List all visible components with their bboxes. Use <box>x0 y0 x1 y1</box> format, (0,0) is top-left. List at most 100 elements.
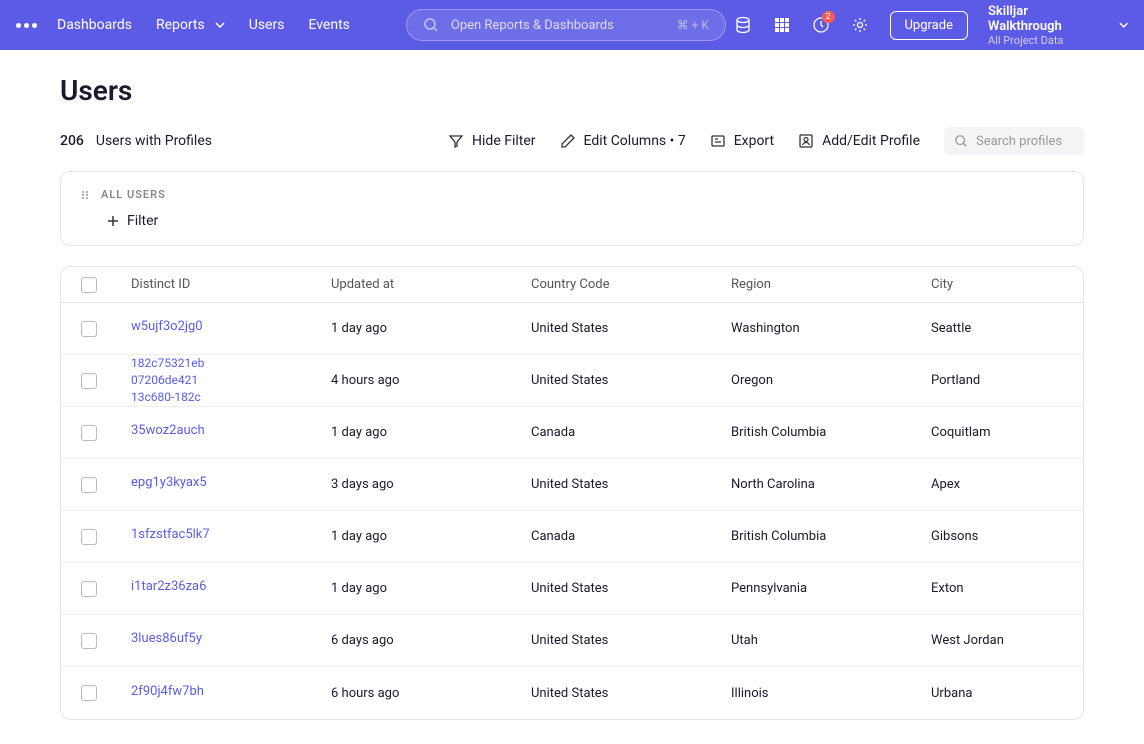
table-row: i1tar2z36za6 1 day ago United States Pen… <box>61 563 1083 615</box>
drag-handle-icon[interactable] <box>81 190 91 200</box>
user-count-area: 206 Users with Profiles <box>60 133 212 149</box>
cell-city: Coquitlam <box>931 425 1063 440</box>
table-header: Distinct ID Updated at Country Code Regi… <box>61 267 1083 303</box>
add-edit-profile-button[interactable]: Add/Edit Profile <box>798 133 920 149</box>
plus-icon <box>107 215 119 227</box>
table-row: 35woz2auch 1 day ago Canada British Colu… <box>61 407 1083 459</box>
search-shortcut: ⌘ + K <box>677 18 709 32</box>
row-checkbox[interactable] <box>81 373 97 389</box>
row-checkbox[interactable] <box>81 425 97 441</box>
cell-country: United States <box>531 686 731 701</box>
select-all-checkbox[interactable] <box>81 277 97 293</box>
distinct-id-link[interactable]: 1sfzstfac5lk7 <box>131 527 210 542</box>
pencil-icon <box>560 133 576 149</box>
distinct-id-link[interactable]: i1tar2z36za6 <box>131 579 206 594</box>
table-row: 1sfzstfac5lk7 1 day ago Canada British C… <box>61 511 1083 563</box>
notifications-icon[interactable]: 2 <box>812 15 831 35</box>
user-count-label: Users with Profiles <box>96 133 212 149</box>
cell-country: United States <box>531 373 731 388</box>
logo-icon[interactable] <box>16 23 37 28</box>
cell-updated: 1 day ago <box>331 321 531 336</box>
hide-filter-button[interactable]: Hide Filter <box>448 133 535 149</box>
distinct-id-link[interactable]: 2f90j4fw7bh <box>131 684 204 699</box>
cell-updated: 3 days ago <box>331 477 531 492</box>
export-label: Export <box>734 133 774 149</box>
distinct-id-link[interactable]: 3lues86uf5y <box>131 631 202 646</box>
search-icon <box>423 17 439 33</box>
row-checkbox[interactable] <box>81 477 97 493</box>
nav-users[interactable]: Users <box>249 17 285 33</box>
edit-columns-button[interactable]: Edit Columns • 7 <box>560 133 686 149</box>
cell-city: Apex <box>931 477 1063 492</box>
search-profiles-input[interactable]: Search profiles <box>944 127 1084 155</box>
column-region[interactable]: Region <box>731 277 931 292</box>
cell-updated: 4 hours ago <box>331 373 531 388</box>
row-checkbox[interactable] <box>81 685 97 701</box>
cell-region: British Columbia <box>731 425 931 440</box>
nav-reports[interactable]: Reports <box>156 17 225 33</box>
cell-updated: 1 day ago <box>331 425 531 440</box>
topbar: Dashboards Reports Users Events Open Rep… <box>0 0 1144 50</box>
column-country-code[interactable]: Country Code <box>531 277 731 292</box>
org-switcher[interactable]: Skilljar Walkthrough All Project Data <box>988 4 1099 47</box>
hide-filter-label: Hide Filter <box>472 133 535 149</box>
search-profiles-placeholder: Search profiles <box>976 134 1062 149</box>
cell-updated: 1 day ago <box>331 581 531 596</box>
column-updated-at[interactable]: Updated at <box>331 277 531 292</box>
nav-dashboards[interactable]: Dashboards <box>57 17 132 33</box>
cell-city: Seattle <box>931 321 1063 336</box>
add-filter-button[interactable]: Filter <box>107 213 1063 229</box>
cell-updated: 1 day ago <box>331 529 531 544</box>
row-checkbox[interactable] <box>81 581 97 597</box>
cell-country: United States <box>531 477 731 492</box>
row-checkbox[interactable] <box>81 321 97 337</box>
nav: Dashboards Reports Users Events <box>57 17 350 33</box>
toolbar: 206 Users with Profiles Hide Filter Edit… <box>60 127 1084 155</box>
cell-updated: 6 days ago <box>331 633 531 648</box>
cell-city: Portland <box>931 373 1063 388</box>
topbar-right: 2 Upgrade Skilljar Walkthrough All Proje… <box>734 4 1128 47</box>
distinct-id-link[interactable]: epg1y3kyax5 <box>131 475 207 490</box>
export-button[interactable]: Export <box>710 133 774 149</box>
cell-region: Utah <box>731 633 931 648</box>
global-search[interactable]: Open Reports & Dashboards ⌘ + K <box>406 9 726 41</box>
column-city[interactable]: City <box>931 277 1063 292</box>
cell-region: North Carolina <box>731 477 931 492</box>
distinct-id-link[interactable]: 182c75321eb07206de42113c680-182c <box>131 355 331 405</box>
edit-columns-label: Edit Columns • 7 <box>584 133 686 149</box>
apps-icon[interactable] <box>773 15 792 35</box>
search-icon <box>954 134 968 148</box>
cell-region: Illinois <box>731 686 931 701</box>
cell-city: Urbana <box>931 686 1063 701</box>
export-icon <box>710 133 726 149</box>
table-body: w5ujf3o2jg0 1 day ago United States Wash… <box>61 303 1083 719</box>
org-name: Skilljar Walkthrough <box>988 4 1099 34</box>
cell-city: Gibsons <box>931 529 1063 544</box>
row-checkbox[interactable] <box>81 529 97 545</box>
upgrade-button[interactable]: Upgrade <box>890 11 968 40</box>
chevron-down-icon <box>215 22 225 28</box>
distinct-id-link[interactable]: w5ujf3o2jg0 <box>131 319 203 334</box>
row-checkbox[interactable] <box>81 633 97 649</box>
table-row: epg1y3kyax5 3 days ago United States Nor… <box>61 459 1083 511</box>
database-icon[interactable] <box>734 15 753 35</box>
distinct-id-link[interactable]: 35woz2auch <box>131 423 205 438</box>
cell-country: United States <box>531 633 731 648</box>
chevron-down-icon[interactable] <box>1119 22 1128 28</box>
table-row: w5ujf3o2jg0 1 day ago United States Wash… <box>61 303 1083 355</box>
filter-title: ALL USERS <box>101 188 166 201</box>
cell-region: Oregon <box>731 373 931 388</box>
cell-country: United States <box>531 321 731 336</box>
table-row: 2f90j4fw7bh 6 hours ago United States Il… <box>61 667 1083 719</box>
cell-country: United States <box>531 581 731 596</box>
page-title: Users <box>60 74 1084 107</box>
add-edit-profile-label: Add/Edit Profile <box>822 133 920 149</box>
table-row: 3lues86uf5y 6 days ago United States Uta… <box>61 615 1083 667</box>
settings-icon[interactable] <box>851 15 870 35</box>
nav-events[interactable]: Events <box>308 17 349 33</box>
cell-city: West Jordan <box>931 633 1063 648</box>
column-distinct-id[interactable]: Distinct ID <box>131 277 331 292</box>
users-table: Distinct ID Updated at Country Code Regi… <box>60 266 1084 720</box>
user-count: 206 <box>60 133 84 149</box>
notifications-badge: 2 <box>822 11 835 23</box>
